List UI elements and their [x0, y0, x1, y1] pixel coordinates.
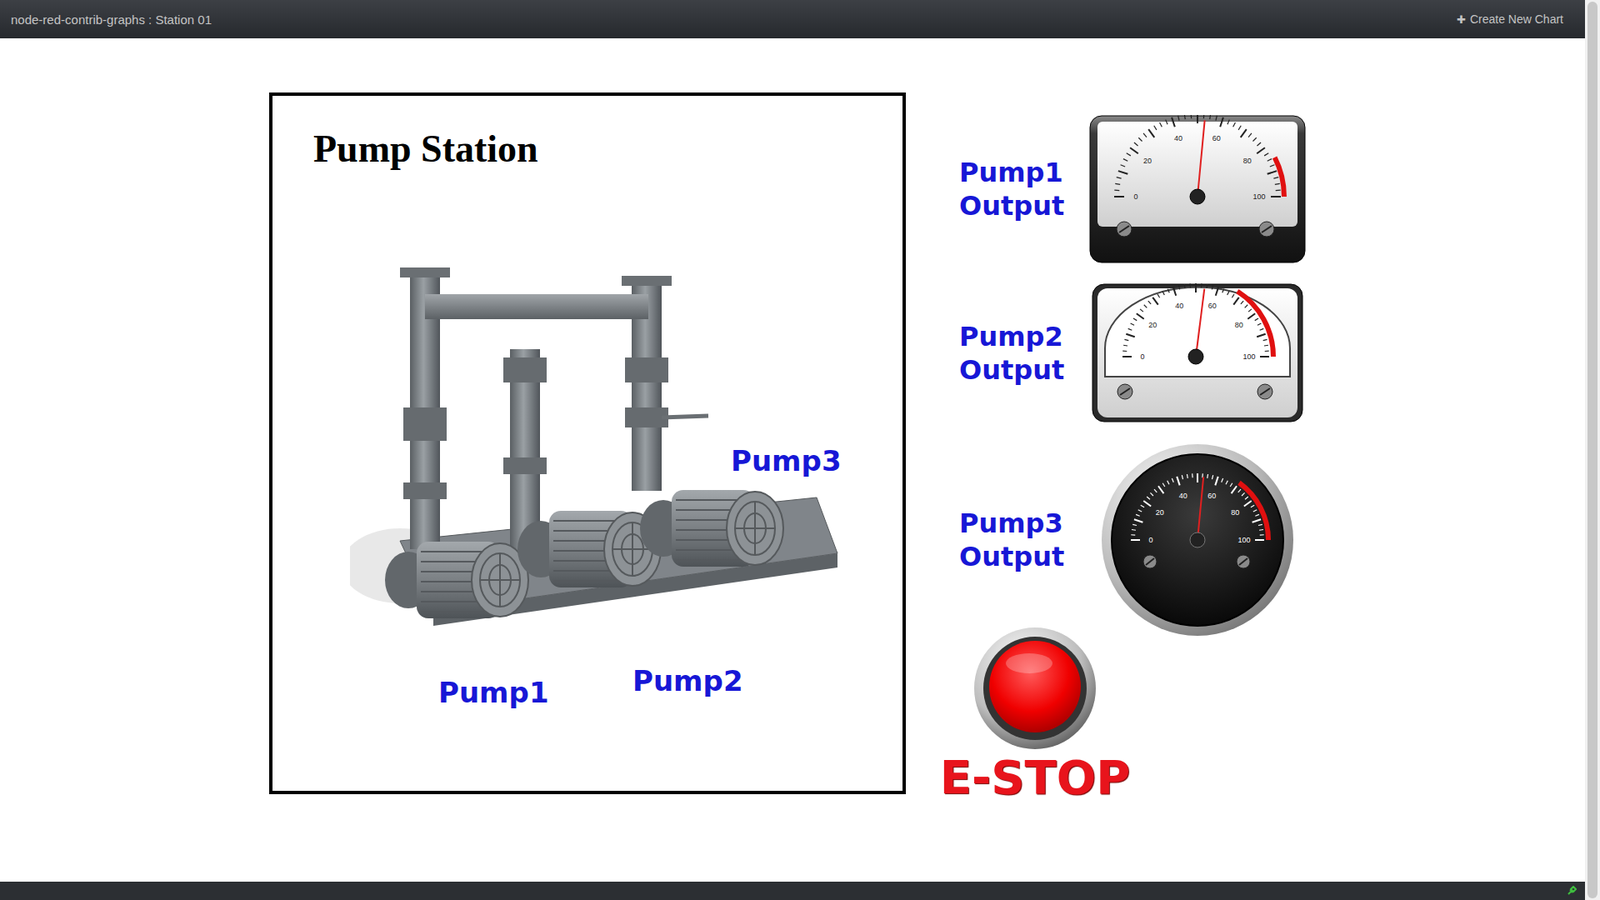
- gauge-cell: 0 20 40 60 80 100: [1087, 283, 1308, 423]
- pump-station-panel: Pump Station Pump1 Pump2 Pump3: [269, 92, 906, 795]
- window-title: node-red-contrib-graphs : Station 01: [10, 12, 212, 27]
- gauge-tick-label: 80: [1235, 320, 1244, 330]
- connection-icon: [1566, 885, 1577, 896]
- gauge-tick-label: 20: [1143, 156, 1152, 165]
- pump-picture: Pump1 Pump2 Pump3: [350, 265, 842, 716]
- gauge-tick-label: 100: [1242, 352, 1255, 361]
- scroll-thumb[interactable]: [1587, 1, 1598, 899]
- plus-icon: ✚: [1456, 13, 1466, 26]
- dashboard-page: node-red-contrib-graphs : Station 01 ✚ Cre…: [0, 0, 1600, 900]
- pump-label: Pump3: [730, 444, 842, 478]
- gauge-tick-label: 100: [1252, 192, 1265, 201]
- gauge-tick-label: 60: [1207, 491, 1216, 500]
- gauge-row: Pump1Output 0 20 40 60 80 100: [930, 115, 1308, 264]
- pump-label: Pump1: [438, 675, 550, 710]
- main-area: Pump StationPump1Pump2Pump3Pump1Output02…: [0, 38, 1585, 882]
- gauge-label: Pump2Output: [959, 320, 1088, 387]
- needle-icon: [1197, 120, 1205, 197]
- gauge-tick-label: 80: [1230, 508, 1240, 517]
- gauge: 0 20 40 60 80 100: [1091, 283, 1304, 423]
- gauge-label-line: Pump3: [959, 506, 1088, 540]
- gauge-tick-label: 0: [1133, 192, 1138, 201]
- gauge-tick-label: 60: [1208, 301, 1217, 310]
- estop-label: E-STOP: [940, 750, 1131, 805]
- gauge-label: Pump3Output: [959, 506, 1088, 574]
- top-bar: node-red-contrib-graphs : Station 01 ✚ Cre…: [0, 0, 1585, 39]
- create-chart-label: Create New Chart: [1470, 12, 1564, 26]
- gauge-tick-label: 0: [1140, 352, 1145, 361]
- create-chart-button[interactable]: ✚ Create New Chart: [1455, 9, 1565, 30]
- gauge-label-line: Output: [959, 353, 1088, 387]
- gauge-tick-label: 40: [1175, 301, 1184, 310]
- pump-label: Pump2: [632, 664, 744, 698]
- gauge-row: Pump3Output 0 20 40 60 80 100: [930, 442, 1308, 638]
- gauge-row: Pump2Output 0 20 40 60 80 100: [930, 283, 1308, 423]
- gauge-tick-label: 20: [1155, 508, 1165, 517]
- gauge-cell: 0 20 40 60 80 100: [1087, 442, 1308, 638]
- gauge: 0 20 40 60 80 100: [1089, 115, 1306, 264]
- estop: E-STOP: [930, 625, 1140, 805]
- station-title: Pump Station: [313, 125, 903, 173]
- estop-button[interactable]: [972, 625, 1098, 751]
- gauge-tick-label: 80: [1243, 156, 1252, 165]
- gauge-label-line: Output: [959, 540, 1088, 574]
- gauge-tick-label: 40: [1179, 491, 1188, 500]
- needle-icon: [1197, 476, 1204, 540]
- gauge-tick-label: 0: [1148, 535, 1153, 545]
- page-shell: node-red-contrib-graphs : Station 01 ✚ Cre…: [0, 0, 1585, 900]
- scrollbar[interactable]: [1585, 0, 1600, 900]
- gauge-cell: 0 20 40 60 80 100: [1087, 115, 1308, 264]
- gauge-tick-label: 20: [1148, 320, 1157, 330]
- gauge-tick-label: 100: [1237, 535, 1250, 545]
- needle-icon: [1195, 289, 1205, 357]
- controls-panel: Pump1Output020406080100Pump2Output020406…: [930, 115, 1308, 805]
- gauge-list: Pump1Output020406080100Pump2Output020406…: [930, 115, 1308, 638]
- gauge: 0 20 40 60 80 100: [1100, 442, 1295, 638]
- status-bar: [0, 881, 1585, 900]
- gauge-label-line: Pump1: [959, 155, 1088, 190]
- gauge-label: Pump1Output: [959, 155, 1088, 223]
- gauge-tick-label: 60: [1212, 134, 1221, 143]
- gauge-label-line: Pump2: [959, 320, 1088, 354]
- gauge-tick-label: 40: [1174, 134, 1183, 143]
- gauge-label-line: Output: [959, 189, 1088, 223]
